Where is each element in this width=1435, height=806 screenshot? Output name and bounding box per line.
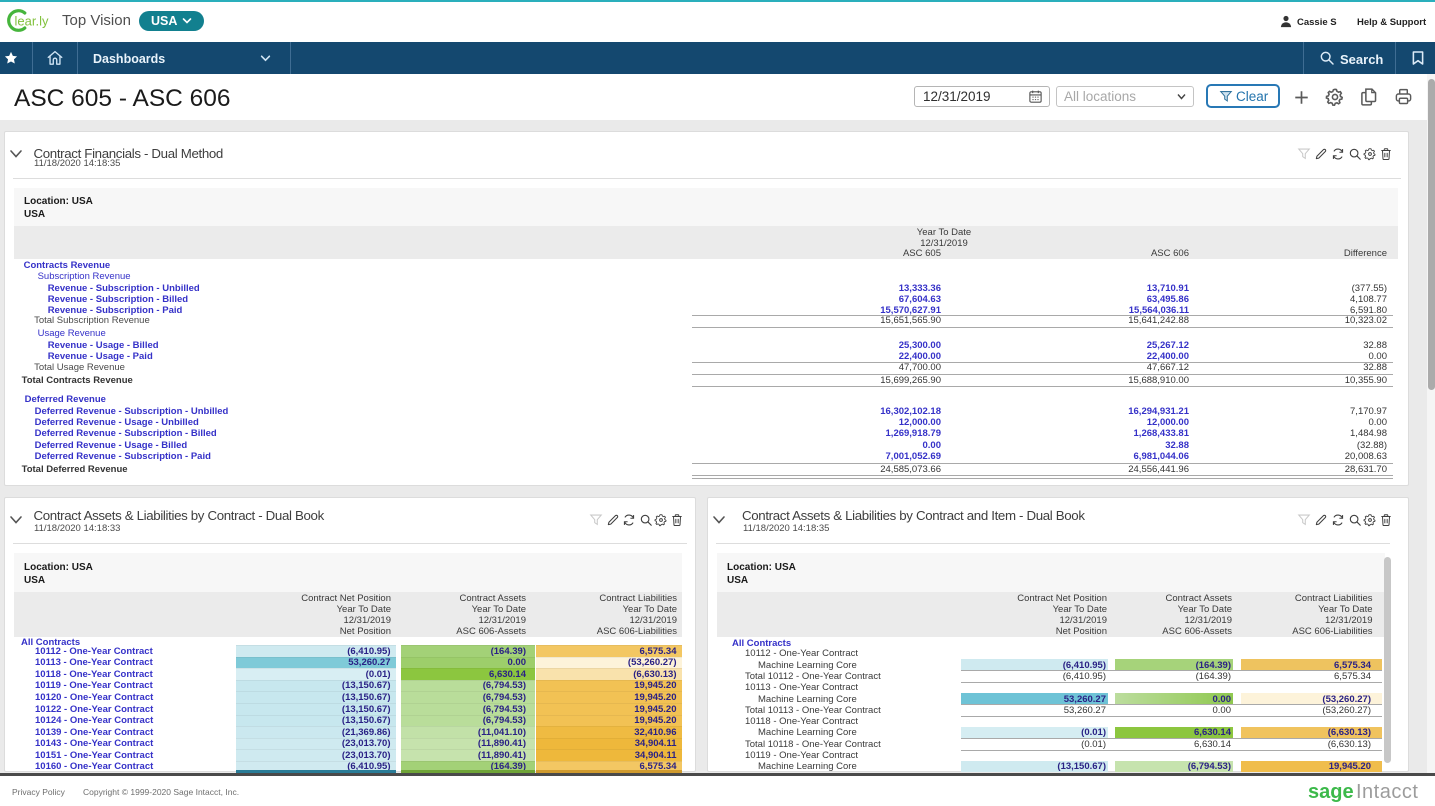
svg-text:lear.ly: lear.ly	[15, 14, 49, 29]
